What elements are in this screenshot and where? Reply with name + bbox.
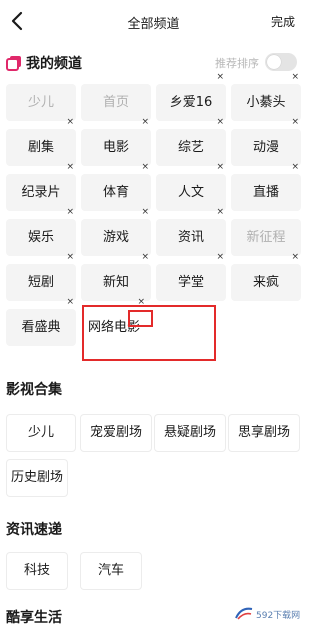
channel-chip[interactable]: 来疯 × bbox=[231, 252, 301, 301]
channel-label: 综艺 bbox=[177, 140, 204, 155]
channel-label: 纪录片 bbox=[21, 185, 61, 200]
remove-channel-icon[interactable]: × bbox=[141, 206, 149, 218]
channels-icon bbox=[6, 56, 21, 71]
remove-channel-icon[interactable]: × bbox=[66, 161, 74, 173]
page-title: 全部频道 bbox=[127, 17, 180, 32]
collection-chip[interactable]: 宠爱剧场 bbox=[80, 414, 152, 452]
done-button[interactable]: 完成 bbox=[271, 13, 295, 30]
channel-label: 短剧 bbox=[27, 275, 54, 290]
channel-label: 电影 bbox=[102, 140, 129, 155]
channel-label: 动漫 bbox=[252, 140, 279, 155]
toggle-knob bbox=[267, 55, 281, 69]
my-channels-title: 我的频道 bbox=[26, 56, 82, 72]
news-title: 资讯速递 bbox=[6, 522, 62, 538]
lifestyle-title: 酷享生活 bbox=[6, 610, 62, 626]
collection-chip[interactable]: 思享剧场 bbox=[228, 414, 300, 452]
top-bar: 全部频道 完成 bbox=[0, 0, 307, 44]
channel-chip[interactable]: 直播 × bbox=[231, 162, 301, 211]
watermark: 592下载网 bbox=[235, 604, 303, 624]
remove-channel-icon[interactable]: × bbox=[291, 251, 299, 263]
channel-label: 体育 bbox=[102, 185, 129, 200]
news-chip[interactable]: 科技 bbox=[6, 552, 68, 590]
remove-channel-icon[interactable]: × bbox=[141, 161, 149, 173]
collection-chip[interactable]: 少儿 bbox=[6, 414, 76, 452]
highlight-close-box bbox=[128, 310, 153, 327]
sort-label: 推荐排序 bbox=[215, 57, 259, 70]
channel-label: 少儿 bbox=[27, 95, 54, 110]
my-channels-header: 我的频道 推荐排序 bbox=[6, 52, 301, 74]
channel-label: 看盛典 bbox=[21, 320, 61, 335]
remove-channel-icon[interactable]: × bbox=[66, 251, 74, 263]
sort-toggle[interactable] bbox=[265, 53, 297, 71]
remove-channel-icon[interactable]: × bbox=[291, 71, 299, 83]
remove-channel-icon[interactable]: × bbox=[216, 116, 224, 128]
channel-label: 小綦头 bbox=[246, 95, 286, 110]
channel-label: 娱乐 bbox=[27, 230, 54, 245]
channel-label: 新征程 bbox=[246, 230, 286, 245]
watermark-logo-icon bbox=[235, 607, 253, 620]
remove-channel-icon[interactable]: × bbox=[141, 116, 149, 128]
channel-label: 剧集 bbox=[27, 140, 54, 155]
remove-channel-icon[interactable]: × bbox=[66, 296, 74, 308]
remove-channel-icon[interactable]: × bbox=[66, 206, 74, 218]
channel-label: 人文 bbox=[177, 185, 204, 200]
remove-channel-icon[interactable]: × bbox=[216, 251, 224, 263]
channel-chip[interactable]: 看盛典 × bbox=[6, 297, 76, 346]
channel-chip[interactable]: 学堂 × bbox=[156, 252, 226, 301]
channel-label: 首页 bbox=[102, 95, 129, 110]
collection-chip[interactable]: 历史剧场 bbox=[6, 459, 68, 497]
watermark-text: 592下载网 bbox=[256, 611, 301, 621]
channel-label: 来疯 bbox=[252, 275, 279, 290]
channel-label: 资讯 bbox=[177, 230, 204, 245]
channel-label: 新知 bbox=[102, 275, 129, 290]
remove-channel-icon[interactable]: × bbox=[141, 251, 149, 263]
collections-title: 影视合集 bbox=[6, 382, 62, 398]
channel-label: 直播 bbox=[252, 185, 279, 200]
channel-label: 学堂 bbox=[177, 275, 204, 290]
remove-channel-icon[interactable]: × bbox=[66, 116, 74, 128]
channel-label: 游戏 bbox=[102, 230, 129, 245]
remove-channel-icon[interactable]: × bbox=[216, 71, 224, 83]
remove-channel-icon[interactable]: × bbox=[291, 116, 299, 128]
remove-channel-icon[interactable]: × bbox=[291, 161, 299, 173]
remove-channel-icon[interactable]: × bbox=[216, 161, 224, 173]
collection-chip[interactable]: 悬疑剧场 bbox=[154, 414, 226, 452]
news-chip[interactable]: 汽车 bbox=[80, 552, 142, 590]
remove-channel-icon[interactable]: × bbox=[216, 206, 224, 218]
channel-label: 乡爱16 bbox=[169, 95, 213, 110]
